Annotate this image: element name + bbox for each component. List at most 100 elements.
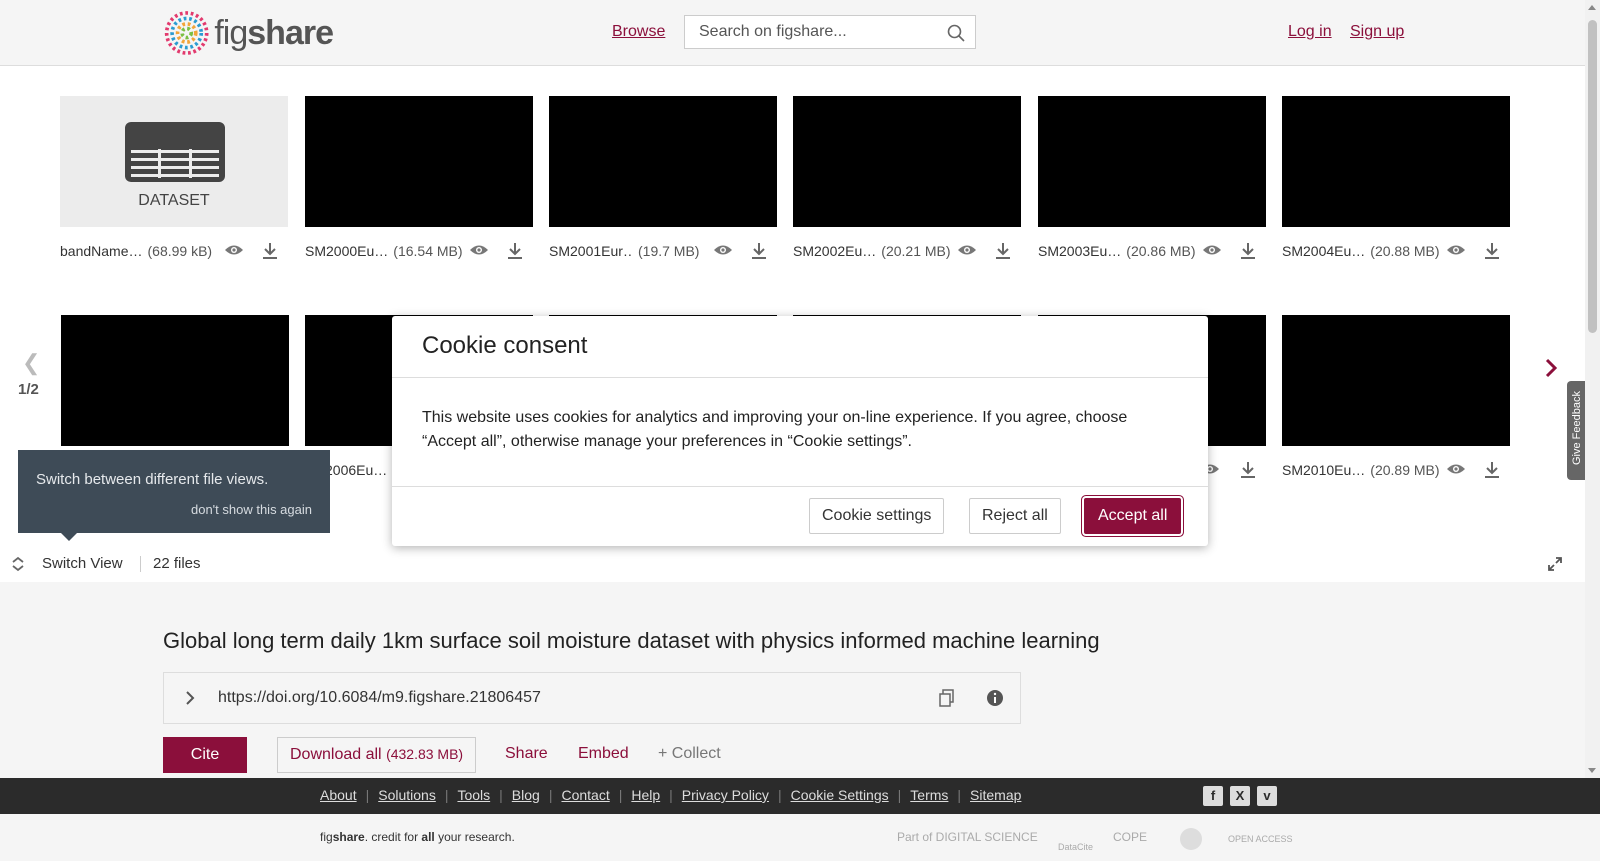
search-icon[interactable] (947, 24, 965, 42)
preview-eye-icon[interactable] (1446, 462, 1466, 476)
file-size: (19.7 MB) (638, 243, 700, 259)
previous-page-arrow-icon[interactable]: ❮ (22, 350, 40, 376)
give-feedback-tab[interactable]: Give Feedback (1567, 381, 1585, 480)
figshare-logo-icon (164, 11, 209, 55)
preview-eye-icon[interactable] (224, 243, 244, 257)
file-size: (20.89 MB) (1370, 462, 1440, 478)
file-name[interactable]: SM2000Eu… (305, 243, 388, 259)
footer-link-help[interactable]: Help (631, 787, 660, 803)
file-caption: SM2000Eu… (16.54 MB) (305, 241, 555, 261)
file-caption: SM2001Eur… (19.7 MB) (549, 241, 799, 261)
footer-link-privacy[interactable]: Privacy Policy (682, 787, 769, 803)
file-name[interactable]: SM2002Eu… (793, 243, 876, 259)
download-icon[interactable] (1484, 461, 1500, 479)
download-icon[interactable] (507, 242, 523, 260)
footer-link-tools[interactable]: Tools (457, 787, 490, 803)
file-thumbnail[interactable] (305, 96, 533, 227)
file-thumbnail[interactable] (549, 96, 777, 227)
facebook-icon[interactable]: f (1203, 786, 1223, 806)
figshare-logo[interactable]: figshare (163, 7, 334, 59)
login-link[interactable]: Log in (1288, 23, 1332, 41)
footer-link-about[interactable]: About (320, 787, 357, 803)
digital-science-logo[interactable]: Part of DIGITAL SCIENCE (897, 830, 1038, 844)
signup-link[interactable]: Sign up (1350, 23, 1404, 41)
fullscreen-icon[interactable] (1547, 556, 1563, 572)
page-scrollbar[interactable] (1585, 0, 1600, 778)
file-size: (20.86 MB) (1126, 243, 1196, 259)
modal-title: Cookie consent (422, 332, 588, 359)
download-icon[interactable] (1240, 242, 1256, 260)
reject-all-button[interactable]: Reject all (969, 498, 1061, 534)
datacite-logo[interactable]: DataCite (1058, 842, 1093, 852)
footer-link-blog[interactable]: Blog (512, 787, 540, 803)
file-name[interactable]: SM2010Eu… (1282, 462, 1365, 478)
page-indicator: 1/2 (18, 381, 39, 398)
collect-button[interactable]: + Collect (658, 745, 721, 763)
download-icon[interactable] (995, 242, 1011, 260)
modal-body-text: This website uses cookies for analytics … (422, 409, 1128, 450)
file-name[interactable]: SM2004Eu… (1282, 243, 1365, 259)
chevron-right-icon[interactable] (184, 690, 196, 706)
file-caption: bandName… (68.99 kB) (60, 241, 310, 261)
article-title: Global long term daily 1km surface soil … (163, 628, 1100, 653)
footer-link-solutions[interactable]: Solutions (378, 787, 436, 803)
browse-link[interactable]: Browse (612, 23, 665, 41)
header: figshare Browse Log in Sign up (0, 0, 1585, 66)
download-icon[interactable] (1240, 461, 1256, 479)
switch-view-tooltip: Switch between different file views. don… (18, 450, 330, 541)
download-icon[interactable] (1484, 242, 1500, 260)
preview-eye-icon[interactable] (957, 243, 977, 257)
accept-all-button[interactable]: Accept all (1084, 498, 1182, 534)
dont-show-again-link[interactable]: don't show this again (191, 502, 312, 517)
file-size: (20.88 MB) (1370, 243, 1440, 259)
cookie-settings-button[interactable]: Cookie settings (809, 498, 945, 534)
cope-logo[interactable]: COPE (1113, 830, 1147, 844)
preview-eye-icon[interactable] (469, 243, 489, 257)
embed-button[interactable]: Embed (578, 745, 629, 763)
file-name[interactable]: 2006Eu… (325, 462, 387, 478)
download-all-button[interactable]: Download all (432.83 MB) (277, 737, 477, 773)
file-size: (20.21 MB) (881, 243, 951, 259)
file-thumbnail[interactable] (793, 96, 1021, 227)
footer-link-cookie-settings[interactable]: Cookie Settings (791, 787, 889, 803)
doi-box: https://doi.org/10.6084/m9.figshare.2180… (163, 672, 1021, 724)
file-name[interactable]: SM2003Eu… (1038, 243, 1121, 259)
preview-eye-icon[interactable] (713, 243, 733, 257)
file-caption: SM2003Eu… (20.86 MB) (1038, 241, 1288, 261)
file-caption: SM2002Eu… (20.21 MB) (793, 241, 1043, 261)
file-count: 22 files (153, 555, 201, 572)
preview-eye-icon[interactable] (1446, 243, 1466, 257)
preview-eye-icon[interactable] (1202, 243, 1222, 257)
copy-icon[interactable] (939, 689, 955, 707)
cite-button[interactable]: Cite (163, 737, 247, 773)
file-type-label: DATASET (138, 192, 210, 209)
file-thumbnail[interactable]: DATASET (60, 96, 288, 227)
search-box[interactable] (684, 15, 976, 49)
open-access-logo[interactable]: OPEN ACCESS (1228, 834, 1293, 844)
file-caption (1200, 460, 1280, 480)
download-icon[interactable] (751, 242, 767, 260)
share-button[interactable]: Share (505, 745, 548, 763)
footer-link-sitemap[interactable]: Sitemap (970, 787, 1021, 803)
file-thumbnail[interactable] (1282, 315, 1510, 446)
footer-link-contact[interactable]: Contact (561, 787, 609, 803)
doi-link[interactable]: https://doi.org/10.6084/m9.figshare.2180… (218, 689, 541, 707)
next-page-arrow-icon[interactable] (1544, 358, 1558, 378)
search-input[interactable] (685, 16, 953, 48)
vimeo-icon[interactable]: v (1257, 786, 1277, 806)
switch-view-icon[interactable] (11, 556, 25, 572)
download-icon[interactable] (262, 242, 278, 260)
info-icon[interactable] (986, 689, 1004, 707)
file-name[interactable]: SM2001Eur… (549, 243, 633, 259)
file-caption: SM2010Eu… (20.89 MB) (1282, 460, 1532, 480)
file-thumbnail[interactable] (1038, 96, 1266, 227)
file-thumbnail[interactable] (61, 315, 289, 446)
switch-view-button[interactable]: Switch View (42, 555, 123, 572)
footer-link-terms[interactable]: Terms (910, 787, 948, 803)
x-icon[interactable]: X (1230, 786, 1250, 806)
file-name[interactable]: bandName… (60, 243, 143, 259)
orcid-logo-icon[interactable] (1180, 828, 1202, 850)
footer-tagline: figshare. credit for all your research. (320, 830, 515, 844)
file-thumbnail[interactable] (1282, 96, 1510, 227)
tooltip-text: Switch between different file views. (36, 471, 269, 488)
